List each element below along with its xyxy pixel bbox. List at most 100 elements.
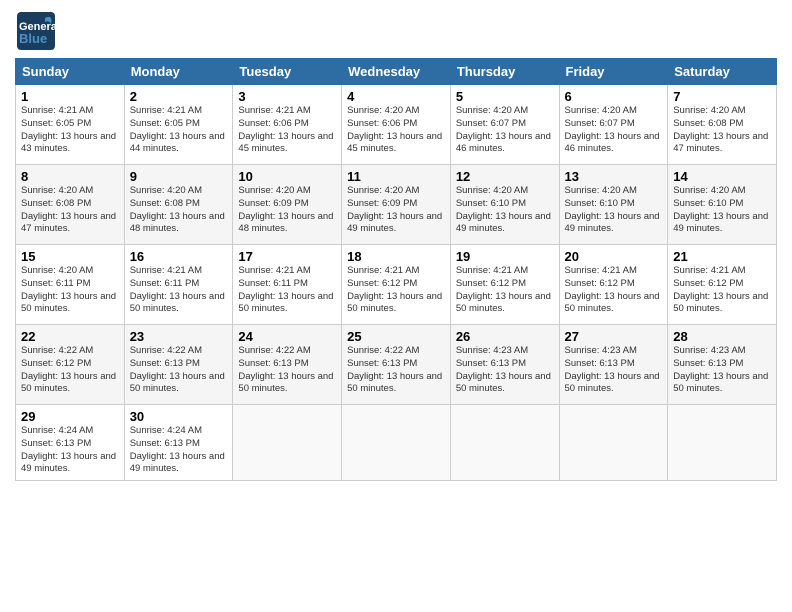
day-info: Sunrise: 4:21 AM Sunset: 6:12 PM Dayligh… — [673, 265, 771, 316]
calendar-cell: 22 Sunrise: 4:22 AM Sunset: 6:12 PM Dayl… — [16, 325, 125, 405]
day-info: Sunrise: 4:21 AM Sunset: 6:05 PM Dayligh… — [21, 105, 119, 156]
day-number: 25 — [347, 329, 445, 344]
day-number: 10 — [238, 169, 336, 184]
weekday-wednesday: Wednesday — [342, 59, 451, 85]
calendar-cell: 27 Sunrise: 4:23 AM Sunset: 6:13 PM Dayl… — [559, 325, 668, 405]
weekday-header-row: SundayMondayTuesdayWednesdayThursdayFrid… — [16, 59, 777, 85]
day-info: Sunrise: 4:20 AM Sunset: 6:07 PM Dayligh… — [565, 105, 663, 156]
calendar-cell: 30 Sunrise: 4:24 AM Sunset: 6:13 PM Dayl… — [124, 405, 233, 481]
calendar-cell — [668, 405, 777, 481]
calendar-cell — [342, 405, 451, 481]
day-number: 12 — [456, 169, 554, 184]
calendar-cell: 24 Sunrise: 4:22 AM Sunset: 6:13 PM Dayl… — [233, 325, 342, 405]
calendar-cell: 20 Sunrise: 4:21 AM Sunset: 6:12 PM Dayl… — [559, 245, 668, 325]
calendar-cell: 7 Sunrise: 4:20 AM Sunset: 6:08 PM Dayli… — [668, 85, 777, 165]
page: General Blue SundayMondayTuesdayWednesda… — [0, 0, 792, 612]
weekday-friday: Friday — [559, 59, 668, 85]
day-number: 5 — [456, 89, 554, 104]
day-number: 28 — [673, 329, 771, 344]
day-number: 2 — [130, 89, 228, 104]
day-info: Sunrise: 4:24 AM Sunset: 6:13 PM Dayligh… — [130, 425, 228, 476]
weekday-thursday: Thursday — [450, 59, 559, 85]
calendar-cell: 10 Sunrise: 4:20 AM Sunset: 6:09 PM Dayl… — [233, 165, 342, 245]
day-number: 7 — [673, 89, 771, 104]
calendar-cell: 12 Sunrise: 4:20 AM Sunset: 6:10 PM Dayl… — [450, 165, 559, 245]
day-info: Sunrise: 4:24 AM Sunset: 6:13 PM Dayligh… — [21, 425, 119, 476]
calendar-cell: 15 Sunrise: 4:20 AM Sunset: 6:11 PM Dayl… — [16, 245, 125, 325]
day-info: Sunrise: 4:20 AM Sunset: 6:11 PM Dayligh… — [21, 265, 119, 316]
day-info: Sunrise: 4:21 AM Sunset: 6:12 PM Dayligh… — [347, 265, 445, 316]
day-number: 13 — [565, 169, 663, 184]
calendar-cell: 29 Sunrise: 4:24 AM Sunset: 6:13 PM Dayl… — [16, 405, 125, 481]
day-number: 16 — [130, 249, 228, 264]
calendar-cell: 18 Sunrise: 4:21 AM Sunset: 6:12 PM Dayl… — [342, 245, 451, 325]
day-number: 30 — [130, 409, 228, 424]
calendar-cell: 17 Sunrise: 4:21 AM Sunset: 6:11 PM Dayl… — [233, 245, 342, 325]
day-info: Sunrise: 4:23 AM Sunset: 6:13 PM Dayligh… — [673, 345, 771, 396]
day-info: Sunrise: 4:20 AM Sunset: 6:09 PM Dayligh… — [347, 185, 445, 236]
calendar-cell: 5 Sunrise: 4:20 AM Sunset: 6:07 PM Dayli… — [450, 85, 559, 165]
day-number: 8 — [21, 169, 119, 184]
day-number: 29 — [21, 409, 119, 424]
calendar-cell: 4 Sunrise: 4:20 AM Sunset: 6:06 PM Dayli… — [342, 85, 451, 165]
day-number: 22 — [21, 329, 119, 344]
day-info: Sunrise: 4:21 AM Sunset: 6:12 PM Dayligh… — [456, 265, 554, 316]
calendar-cell: 28 Sunrise: 4:23 AM Sunset: 6:13 PM Dayl… — [668, 325, 777, 405]
day-info: Sunrise: 4:23 AM Sunset: 6:13 PM Dayligh… — [565, 345, 663, 396]
calendar-cell: 26 Sunrise: 4:23 AM Sunset: 6:13 PM Dayl… — [450, 325, 559, 405]
day-number: 27 — [565, 329, 663, 344]
day-number: 21 — [673, 249, 771, 264]
day-info: Sunrise: 4:21 AM Sunset: 6:11 PM Dayligh… — [238, 265, 336, 316]
day-number: 24 — [238, 329, 336, 344]
day-info: Sunrise: 4:20 AM Sunset: 6:08 PM Dayligh… — [673, 105, 771, 156]
day-info: Sunrise: 4:21 AM Sunset: 6:11 PM Dayligh… — [130, 265, 228, 316]
day-info: Sunrise: 4:20 AM Sunset: 6:08 PM Dayligh… — [21, 185, 119, 236]
calendar-cell: 1 Sunrise: 4:21 AM Sunset: 6:05 PM Dayli… — [16, 85, 125, 165]
day-info: Sunrise: 4:20 AM Sunset: 6:08 PM Dayligh… — [130, 185, 228, 236]
calendar-cell: 11 Sunrise: 4:20 AM Sunset: 6:09 PM Dayl… — [342, 165, 451, 245]
logo: General Blue — [15, 10, 57, 52]
day-info: Sunrise: 4:22 AM Sunset: 6:13 PM Dayligh… — [130, 345, 228, 396]
weekday-saturday: Saturday — [668, 59, 777, 85]
day-number: 14 — [673, 169, 771, 184]
calendar-cell: 14 Sunrise: 4:20 AM Sunset: 6:10 PM Dayl… — [668, 165, 777, 245]
calendar-cell: 13 Sunrise: 4:20 AM Sunset: 6:10 PM Dayl… — [559, 165, 668, 245]
calendar-cell: 8 Sunrise: 4:20 AM Sunset: 6:08 PM Dayli… — [16, 165, 125, 245]
calendar-cell: 25 Sunrise: 4:22 AM Sunset: 6:13 PM Dayl… — [342, 325, 451, 405]
calendar-cell — [233, 405, 342, 481]
calendar-cell: 2 Sunrise: 4:21 AM Sunset: 6:05 PM Dayli… — [124, 85, 233, 165]
day-info: Sunrise: 4:20 AM Sunset: 6:10 PM Dayligh… — [673, 185, 771, 236]
day-number: 4 — [347, 89, 445, 104]
weekday-tuesday: Tuesday — [233, 59, 342, 85]
day-number: 19 — [456, 249, 554, 264]
svg-text:Blue: Blue — [19, 31, 47, 46]
day-number: 3 — [238, 89, 336, 104]
day-info: Sunrise: 4:22 AM Sunset: 6:13 PM Dayligh… — [238, 345, 336, 396]
day-info: Sunrise: 4:20 AM Sunset: 6:09 PM Dayligh… — [238, 185, 336, 236]
day-number: 20 — [565, 249, 663, 264]
day-info: Sunrise: 4:20 AM Sunset: 6:10 PM Dayligh… — [565, 185, 663, 236]
calendar-table: SundayMondayTuesdayWednesdayThursdayFrid… — [15, 58, 777, 481]
day-info: Sunrise: 4:20 AM Sunset: 6:07 PM Dayligh… — [456, 105, 554, 156]
day-number: 11 — [347, 169, 445, 184]
day-info: Sunrise: 4:20 AM Sunset: 6:10 PM Dayligh… — [456, 185, 554, 236]
day-number: 23 — [130, 329, 228, 344]
day-info: Sunrise: 4:22 AM Sunset: 6:12 PM Dayligh… — [21, 345, 119, 396]
day-number: 26 — [456, 329, 554, 344]
day-info: Sunrise: 4:23 AM Sunset: 6:13 PM Dayligh… — [456, 345, 554, 396]
calendar-cell: 9 Sunrise: 4:20 AM Sunset: 6:08 PM Dayli… — [124, 165, 233, 245]
day-number: 1 — [21, 89, 119, 104]
day-number: 17 — [238, 249, 336, 264]
day-number: 18 — [347, 249, 445, 264]
day-number: 15 — [21, 249, 119, 264]
calendar-cell: 21 Sunrise: 4:21 AM Sunset: 6:12 PM Dayl… — [668, 245, 777, 325]
weekday-sunday: Sunday — [16, 59, 125, 85]
day-info: Sunrise: 4:20 AM Sunset: 6:06 PM Dayligh… — [347, 105, 445, 156]
calendar-cell: 19 Sunrise: 4:21 AM Sunset: 6:12 PM Dayl… — [450, 245, 559, 325]
calendar-cell: 23 Sunrise: 4:22 AM Sunset: 6:13 PM Dayl… — [124, 325, 233, 405]
calendar-cell — [450, 405, 559, 481]
day-number: 6 — [565, 89, 663, 104]
calendar-cell: 16 Sunrise: 4:21 AM Sunset: 6:11 PM Dayl… — [124, 245, 233, 325]
day-info: Sunrise: 4:21 AM Sunset: 6:06 PM Dayligh… — [238, 105, 336, 156]
weekday-monday: Monday — [124, 59, 233, 85]
